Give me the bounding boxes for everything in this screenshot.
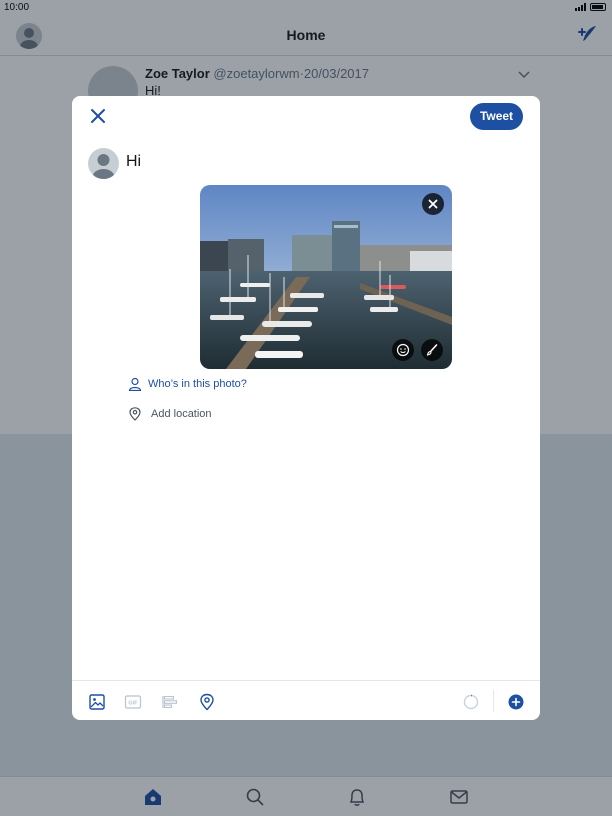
svg-text:GIF: GIF: [128, 701, 138, 707]
tweet-text-input[interactable]: Hi: [126, 153, 141, 171]
toolbar-divider: [493, 690, 494, 712]
tag-people-button[interactable]: Who’s in this photo?: [128, 377, 247, 391]
add-tweet-icon[interactable]: [506, 692, 526, 712]
location-pin-icon: [129, 407, 141, 421]
gif-icon[interactable]: GIF: [124, 693, 142, 711]
remove-photo-icon[interactable]: [422, 193, 444, 215]
person-icon: [128, 377, 142, 391]
composer-avatar: [88, 148, 119, 179]
add-location-label: Add location: [151, 408, 212, 420]
close-icon[interactable]: [88, 106, 108, 126]
poll-icon[interactable]: [161, 693, 179, 711]
compose-toolbar: GIF: [72, 680, 540, 720]
location-icon[interactable]: [198, 693, 216, 711]
compose-tweet-dialog: Tweet Hi Who’s in this photo? Add locati…: [72, 96, 540, 720]
character-counter-icon: [462, 693, 480, 711]
attached-photo[interactable]: [200, 185, 452, 369]
tag-people-label: Who’s in this photo?: [148, 378, 247, 390]
image-icon[interactable]: [88, 693, 106, 711]
edit-brush-icon[interactable]: [421, 339, 443, 361]
harbour-photo: [200, 185, 452, 369]
add-location-button[interactable]: Add location: [128, 407, 212, 421]
tweet-button[interactable]: Tweet: [470, 103, 523, 130]
sticker-icon[interactable]: [392, 339, 414, 361]
